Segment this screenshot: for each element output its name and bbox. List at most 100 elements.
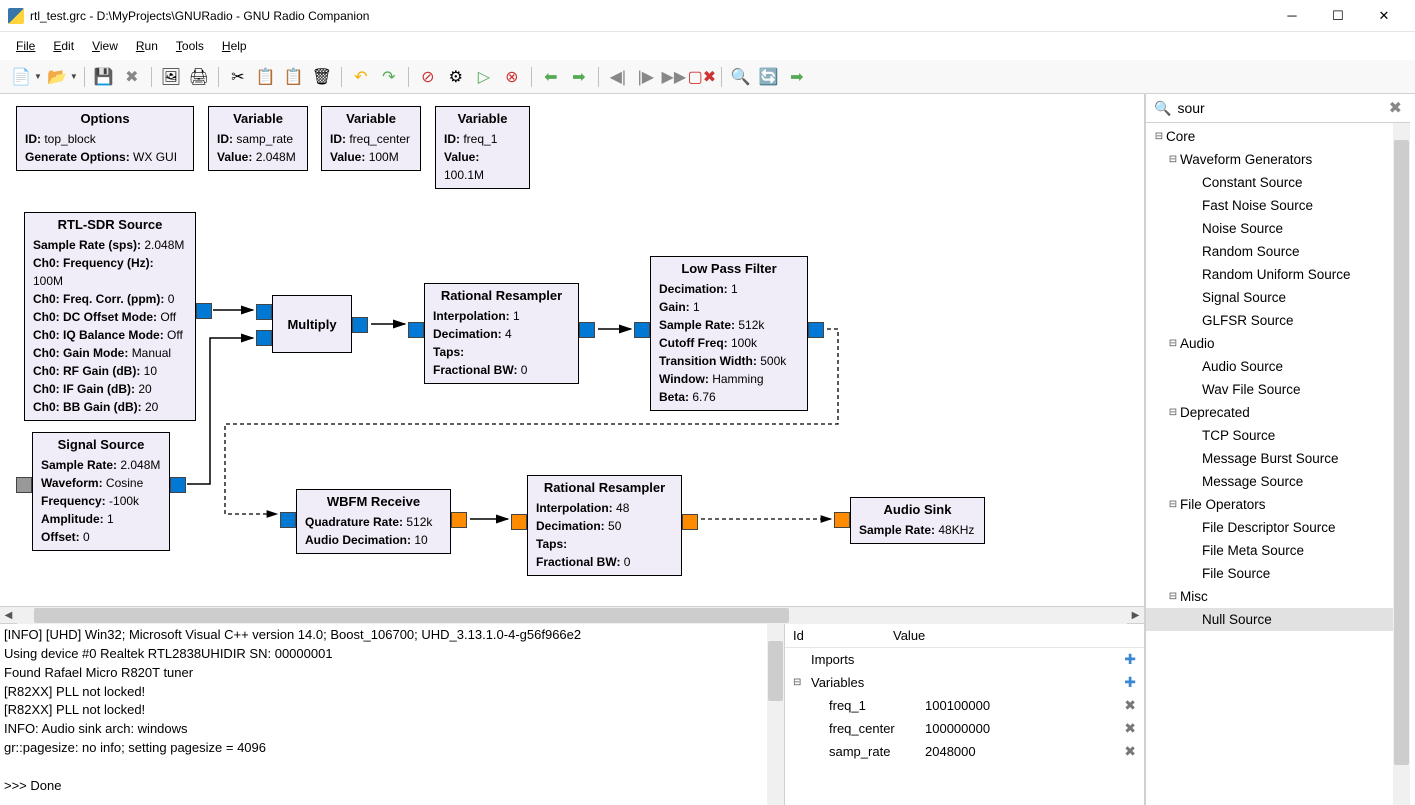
scroll-right-icon[interactable]: ▶	[1127, 607, 1144, 624]
menu-view[interactable]: View	[84, 35, 126, 57]
tree-group[interactable]: ⊟Misc	[1146, 585, 1410, 608]
unlink-icon[interactable]: ▢✖	[689, 64, 715, 90]
input-port[interactable]	[511, 514, 527, 530]
menu-help[interactable]: Help	[214, 35, 255, 57]
open-dropdown[interactable]: ▼	[70, 72, 78, 81]
back-icon[interactable]: ⬅	[538, 64, 564, 90]
input-port-1[interactable]	[256, 330, 272, 346]
new-dropdown[interactable]: ▼	[34, 72, 42, 81]
cut-icon[interactable]: ✂	[225, 64, 251, 90]
menu-run[interactable]: Run	[128, 35, 166, 57]
block-low-pass-filter[interactable]: Low Pass Filter Decimation: 1Gain: 1Samp…	[650, 256, 808, 411]
output-port[interactable]	[170, 477, 186, 493]
error-icon[interactable]: ⊘	[415, 64, 441, 90]
add-icon[interactable]: ✚	[1124, 651, 1136, 668]
collapse-icon[interactable]: ⊟	[1166, 407, 1180, 418]
output-port[interactable]	[579, 322, 595, 338]
variable-row[interactable]: samp_rate2048000✖	[785, 740, 1144, 763]
input-port[interactable]	[16, 477, 32, 493]
tree-leaf[interactable]: Random Source	[1146, 240, 1410, 263]
tree-leaf[interactable]: Noise Source	[1146, 217, 1410, 240]
paste-icon[interactable]: 📋	[281, 64, 307, 90]
generate-icon[interactable]: ⚙	[443, 64, 469, 90]
scroll-left-icon[interactable]: ◀	[0, 607, 17, 624]
collapse-icon[interactable]: ⊟	[1166, 499, 1180, 510]
input-port[interactable]	[634, 322, 650, 338]
variables-row[interactable]: ⊟Variables ✚	[785, 671, 1144, 694]
delete-icon[interactable]: ✖	[1124, 720, 1136, 737]
search-input[interactable]	[1175, 98, 1384, 118]
reload-icon[interactable]: 🔄	[756, 64, 782, 90]
block-options[interactable]: Options ID: top_block Generate Options: …	[16, 106, 194, 171]
tree-leaf[interactable]: File Meta Source	[1146, 539, 1410, 562]
tree-leaf[interactable]: TCP Source	[1146, 424, 1410, 447]
tree-leaf[interactable]: Fast Noise Source	[1146, 194, 1410, 217]
collapse-icon[interactable]: ⊟	[1152, 131, 1166, 142]
input-port[interactable]	[408, 322, 424, 338]
canvas-hscroll[interactable]: ◀ ▶	[0, 606, 1144, 623]
menu-file[interactable]: File	[8, 35, 43, 57]
skip-icon[interactable]: ▶▶	[661, 64, 687, 90]
output-port[interactable]	[451, 512, 467, 528]
tree-group[interactable]: ⊟Waveform Generators	[1146, 148, 1410, 171]
minimize-button[interactable]: ─	[1269, 1, 1315, 31]
tree-leaf[interactable]: Null Source	[1146, 608, 1410, 631]
block-wbfm-receive[interactable]: WBFM Receive Quadrature Rate: 512kAudio …	[296, 489, 451, 554]
tree-leaf[interactable]: Wav File Source	[1146, 378, 1410, 401]
new-icon[interactable]: 📄	[8, 64, 34, 90]
delete-icon[interactable]: ✖	[1124, 697, 1136, 714]
run-external-icon[interactable]: ➡	[784, 64, 810, 90]
output-port[interactable]	[808, 322, 824, 338]
kill-icon[interactable]: ⊗	[499, 64, 525, 90]
menu-tools[interactable]: Tools	[168, 35, 212, 57]
rotate-left-icon[interactable]: ◀|	[605, 64, 631, 90]
block-multiply[interactable]: Multiply	[272, 295, 352, 353]
output-port[interactable]	[682, 514, 698, 530]
undo-icon[interactable]: ↶	[348, 64, 374, 90]
copy-icon[interactable]: 📋	[253, 64, 279, 90]
collapse-icon[interactable]: ⊟	[793, 677, 807, 688]
save-icon[interactable]: 💾	[91, 64, 117, 90]
block-rational-resampler-1[interactable]: Rational Resampler Interpolation: 1Decim…	[424, 283, 579, 384]
collapse-icon[interactable]: ⊟	[1166, 591, 1180, 602]
block-rtl-sdr-source[interactable]: RTL-SDR Source Sample Rate (sps): 2.048M…	[24, 212, 196, 421]
tree-leaf[interactable]: Message Source	[1146, 470, 1410, 493]
redo-icon[interactable]: ↷	[376, 64, 402, 90]
menu-edit[interactable]: Edit	[45, 35, 82, 57]
block-rational-resampler-2[interactable]: Rational Resampler Interpolation: 48Deci…	[527, 475, 682, 576]
imports-row[interactable]: Imports ✚	[785, 648, 1144, 671]
open-icon[interactable]: 📂	[44, 64, 70, 90]
rotate-right-icon[interactable]: |▶	[633, 64, 659, 90]
flowgraph-canvas[interactable]: Options ID: top_block Generate Options: …	[0, 94, 1144, 606]
output-port[interactable]	[196, 303, 212, 319]
tree-group[interactable]: ⊟Deprecated	[1146, 401, 1410, 424]
block-variable-freq-center[interactable]: Variable ID: freq_center Value: 100M	[321, 106, 421, 171]
hscroll-thumb[interactable]	[34, 608, 789, 623]
tree-vscroll-thumb[interactable]	[1394, 140, 1409, 765]
block-signal-source[interactable]: Signal Source Sample Rate: 2.048MWavefor…	[32, 432, 170, 551]
delete-icon[interactable]: 🗑	[309, 64, 335, 90]
close-button[interactable]: ✕	[1361, 1, 1407, 31]
tree-group[interactable]: ⊟File Operators	[1146, 493, 1410, 516]
print-icon[interactable]: 🖨	[186, 64, 212, 90]
tree-leaf[interactable]: Constant Source	[1146, 171, 1410, 194]
output-port[interactable]	[352, 317, 368, 333]
clear-search-icon[interactable]: ✖	[1385, 98, 1406, 118]
block-tree[interactable]: ⊟ Core ⊟Waveform GeneratorsConstant Sour…	[1146, 123, 1410, 805]
tree-leaf[interactable]: GLFSR Source	[1146, 309, 1410, 332]
block-variable-freq-1[interactable]: Variable ID: freq_1 Value: 100.1M	[435, 106, 530, 189]
tree-leaf[interactable]: File Source	[1146, 562, 1410, 585]
block-audio-sink[interactable]: Audio Sink Sample Rate: 48KHz	[850, 497, 985, 544]
tree-leaf[interactable]: Message Burst Source	[1146, 447, 1410, 470]
block-variable-samp-rate[interactable]: Variable ID: samp_rate Value: 2.048M	[208, 106, 308, 171]
execute-icon[interactable]: ▷	[471, 64, 497, 90]
tree-root-core[interactable]: ⊟ Core	[1146, 125, 1410, 148]
forward-icon[interactable]: ➡	[566, 64, 592, 90]
close-tab-icon[interactable]: ✖	[119, 64, 145, 90]
console-output[interactable]: [INFO] [UHD] Win32; Microsoft Visual C++…	[0, 624, 784, 805]
find-icon[interactable]: 🔍	[728, 64, 754, 90]
input-port-0[interactable]	[256, 304, 272, 320]
delete-icon[interactable]: ✖	[1124, 743, 1136, 760]
collapse-icon[interactable]: ⊟	[1166, 154, 1180, 165]
tree-leaf[interactable]: File Descriptor Source	[1146, 516, 1410, 539]
